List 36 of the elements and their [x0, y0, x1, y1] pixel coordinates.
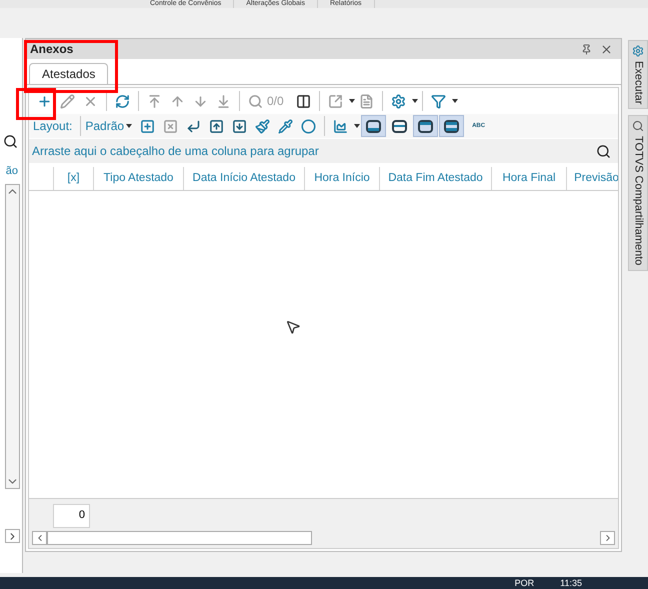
clock-time[interactable]: 11:35 — [560, 577, 582, 589]
column-header[interactable]: Tipo Atestado — [94, 167, 184, 190]
search-icon[interactable] — [3, 134, 18, 149]
caret-icon — [126, 124, 132, 128]
column-header[interactable]: Hora Início — [305, 167, 380, 190]
horizontal-scrollbar[interactable] — [32, 531, 615, 545]
column-label: ão — [6, 164, 18, 179]
record-count-field[interactable]: 0 — [53, 504, 90, 528]
view-toggle[interactable] — [413, 115, 438, 137]
search-icon[interactable] — [596, 144, 611, 158]
layout-dropdown[interactable]: Padrão — [85, 117, 132, 135]
language-indicator[interactable]: POR — [514, 577, 534, 589]
vertical-scrollbar[interactable] — [5, 184, 20, 489]
caret-icon — [348, 99, 355, 103]
caret-icon — [412, 99, 418, 103]
column-header[interactable]: [x] — [54, 167, 94, 190]
search-icon — [632, 120, 644, 132]
layout-label: Layout: — [33, 118, 72, 135]
pin-icon[interactable] — [581, 44, 592, 54]
group-hint: Arraste aqui o cabeçalho de uma coluna para agrupar — [32, 143, 319, 160]
column-header[interactable]: Previsão — [567, 167, 618, 190]
view-toggle[interactable] — [361, 115, 386, 137]
panel-title: Anexos — [30, 41, 74, 58]
record-counter: 0/0 — [267, 93, 284, 110]
close-icon[interactable] — [600, 42, 613, 56]
column-header[interactable]: Data Início Atestado — [184, 167, 305, 190]
column-header[interactable]: Hora Final — [492, 167, 567, 190]
side-tab[interactable]: TOTVS Compartilhamento — [628, 115, 648, 271]
view-toggle[interactable] — [439, 115, 464, 137]
mouse-cursor-icon — [285, 319, 301, 335]
caret-icon — [452, 99, 458, 103]
panel-tab[interactable]: Atestados — [29, 63, 108, 84]
gear-icon — [632, 45, 644, 57]
side-tab[interactable]: Executar — [628, 40, 648, 110]
column-header[interactable]: Data Fim Atestado — [380, 167, 492, 190]
scroll-right-button[interactable] — [5, 529, 20, 543]
